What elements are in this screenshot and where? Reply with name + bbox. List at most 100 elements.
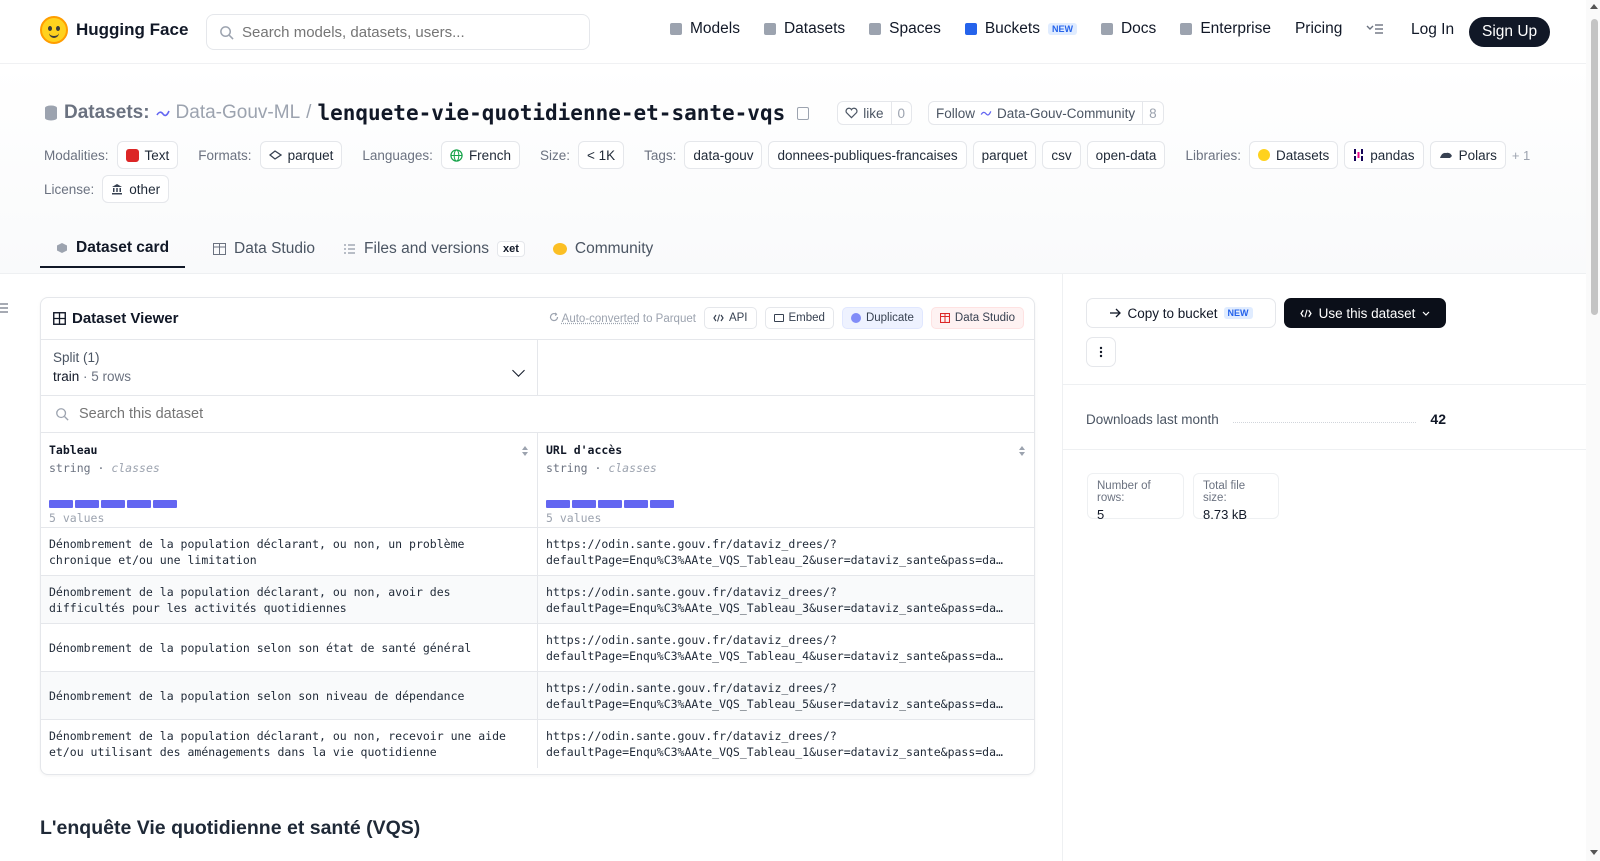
tag-data-gouv[interactable]: data-gouv xyxy=(684,141,763,169)
nav-models[interactable]: Models xyxy=(670,20,740,38)
sort-icon[interactable] xyxy=(521,445,529,457)
embed-label: Embed xyxy=(788,312,825,324)
histogram-bar[interactable] xyxy=(101,500,125,508)
use-this-dataset-button[interactable]: Use this dataset xyxy=(1284,298,1446,328)
cell-url: https://odin.sante.gouv.fr/dataviz_drees… xyxy=(538,720,1034,768)
size-tag[interactable]: < 1K xyxy=(577,141,625,169)
copy-to-bucket-label: Copy to bucket xyxy=(1127,305,1218,321)
dataset-search[interactable] xyxy=(41,396,1034,433)
copy-icon[interactable] xyxy=(797,106,810,120)
nav-enterprise[interactable]: Enterprise xyxy=(1180,20,1271,38)
nav-docs[interactable]: Docs xyxy=(1100,20,1156,38)
split-value: train · 5 rows xyxy=(53,369,132,384)
api-button[interactable]: API xyxy=(703,307,757,329)
column-header-url[interactable]: URL d'accès string · classes 5 values xyxy=(538,433,1034,527)
language-tag[interactable]: French xyxy=(440,141,520,169)
cell-tableau: Dénombrement de la population déclarant,… xyxy=(41,576,538,623)
cell-url-text: https://odin.sante.gouv.fr/dataviz_drees… xyxy=(546,584,1026,616)
tab-dataset-card[interactable]: Dataset card xyxy=(40,230,186,268)
nav-more-menu[interactable] xyxy=(1366,23,1384,35)
modality-tag[interactable]: Text xyxy=(116,141,179,169)
table-row[interactable]: Dénombrement de la population selon son … xyxy=(41,672,1034,720)
brand-logo[interactable]: Hugging Face xyxy=(40,16,188,44)
global-search[interactable] xyxy=(206,14,590,50)
license-tag[interactable]: other xyxy=(102,175,170,203)
cell-url-text: https://odin.sante.gouv.fr/dataviz_drees… xyxy=(546,680,1026,712)
like-button[interactable]: like 0 xyxy=(837,101,913,125)
column-name: URL d'accès xyxy=(546,443,623,457)
tab-community[interactable]: Community xyxy=(552,230,654,268)
login-link[interactable]: Log In xyxy=(1411,21,1454,39)
tab-files-versions[interactable]: Files and versions xet xyxy=(343,230,525,268)
duplicate-button[interactable]: Duplicate xyxy=(841,307,923,329)
signup-button[interactable]: Sign Up xyxy=(1469,17,1551,47)
histogram-bar[interactable] xyxy=(624,500,648,508)
table-row[interactable]: Dénombrement de la population déclarant,… xyxy=(41,528,1034,576)
histogram-bar[interactable] xyxy=(75,500,99,508)
nav-pricing[interactable]: Pricing xyxy=(1295,20,1342,38)
column-header-tableau[interactable]: Tableau string · classes 5 values xyxy=(41,433,538,527)
histogram-bar[interactable] xyxy=(650,500,674,508)
pandas-icon xyxy=(1354,149,1364,161)
tag-csv[interactable]: csv xyxy=(1042,141,1081,169)
tag-open-data[interactable]: open-data xyxy=(1086,141,1166,169)
table-row[interactable]: Dénombrement de la population déclarant,… xyxy=(41,720,1034,768)
follow-button[interactable]: Follow Data-Gouv-Community 8 xyxy=(928,101,1164,125)
library-pandas[interactable]: pandas xyxy=(1344,141,1424,169)
scroll-down-icon[interactable] xyxy=(1590,850,1598,855)
histogram-bar[interactable] xyxy=(153,500,177,508)
bank-icon xyxy=(112,184,123,195)
data-studio-button[interactable]: Data Studio xyxy=(930,307,1024,329)
sort-icon[interactable] xyxy=(1018,445,1026,457)
dataset-search-input[interactable] xyxy=(79,406,479,422)
copy-to-bucket-button[interactable]: Copy to bucket NEW xyxy=(1086,298,1276,328)
cell-tableau: Dénombrement de la population selon son … xyxy=(41,624,538,671)
format-tag[interactable]: parquet xyxy=(259,141,343,169)
libraries-more[interactable]: + 1 xyxy=(1512,148,1530,163)
global-search-input[interactable] xyxy=(242,23,562,41)
modality-tag-label: Text xyxy=(144,147,170,163)
toc-toggle-icon[interactable] xyxy=(0,302,8,314)
tab-data-studio[interactable]: Data Studio xyxy=(213,230,315,268)
nav-buckets[interactable]: Buckets NEW xyxy=(964,20,1077,38)
viewer-header: Dataset Viewer Auto-converted to Parquet… xyxy=(41,298,1034,340)
more-options-button[interactable] xyxy=(1086,337,1116,367)
column-value-count: 5 values xyxy=(49,511,105,525)
histogram-bar[interactable] xyxy=(546,500,570,508)
chevron-down-icon xyxy=(1422,311,1430,316)
tag-parquet[interactable]: parquet xyxy=(972,141,1037,169)
embed-icon xyxy=(773,314,784,322)
tab-community-label: Community xyxy=(574,240,654,257)
like-count: 0 xyxy=(890,102,912,124)
nav-datasets[interactable]: Datasets xyxy=(763,20,845,38)
arrow-right-icon xyxy=(1110,308,1122,318)
library-datasets[interactable]: Datasets xyxy=(1248,141,1339,169)
histogram-bar[interactable] xyxy=(49,500,73,508)
nav-spaces[interactable]: Spaces xyxy=(869,20,941,38)
histogram-bar[interactable] xyxy=(572,500,596,508)
tag-donnees-publiques[interactable]: donnees-publiques-francaises xyxy=(768,141,967,169)
scroll-up-icon[interactable] xyxy=(1590,4,1598,9)
library-polars-label: Polars xyxy=(1458,147,1497,163)
stat-size-label: Total file size: xyxy=(1203,480,1246,504)
auto-converted-link[interactable]: Auto-converted xyxy=(562,313,640,325)
kebab-icon xyxy=(1099,346,1103,358)
table-row[interactable]: Dénombrement de la population selon son … xyxy=(41,624,1034,672)
repo-org-link[interactable]: Data-Gouv-ML xyxy=(176,102,301,124)
embed-button[interactable]: Embed xyxy=(764,307,834,329)
parquet-icon xyxy=(268,150,282,160)
library-polars[interactable]: Polars xyxy=(1429,141,1506,169)
cell-url-text: https://odin.sante.gouv.fr/dataviz_drees… xyxy=(546,632,1026,664)
split-selector[interactable]: Split (1) train · 5 rows xyxy=(41,340,538,395)
downloads-sparkline xyxy=(1232,415,1417,423)
histogram-bar[interactable] xyxy=(127,500,151,508)
histogram-bar[interactable] xyxy=(598,500,622,508)
scrollbar-thumb[interactable] xyxy=(1591,19,1598,315)
data-studio-icon xyxy=(939,313,950,323)
cell-text: Dénombrement de la population selon son … xyxy=(49,688,465,703)
table-row[interactable]: Dénombrement de la population déclarant,… xyxy=(41,576,1034,624)
viewer-title: Dataset Viewer xyxy=(53,310,178,327)
url-line-1: https://odin.sante.gouv.fr/dataviz_drees… xyxy=(546,680,837,695)
repo-name[interactable]: lenquete-vie-quotidienne-et-sante-vqs xyxy=(317,101,785,125)
duplicate-label: Duplicate xyxy=(865,312,914,324)
